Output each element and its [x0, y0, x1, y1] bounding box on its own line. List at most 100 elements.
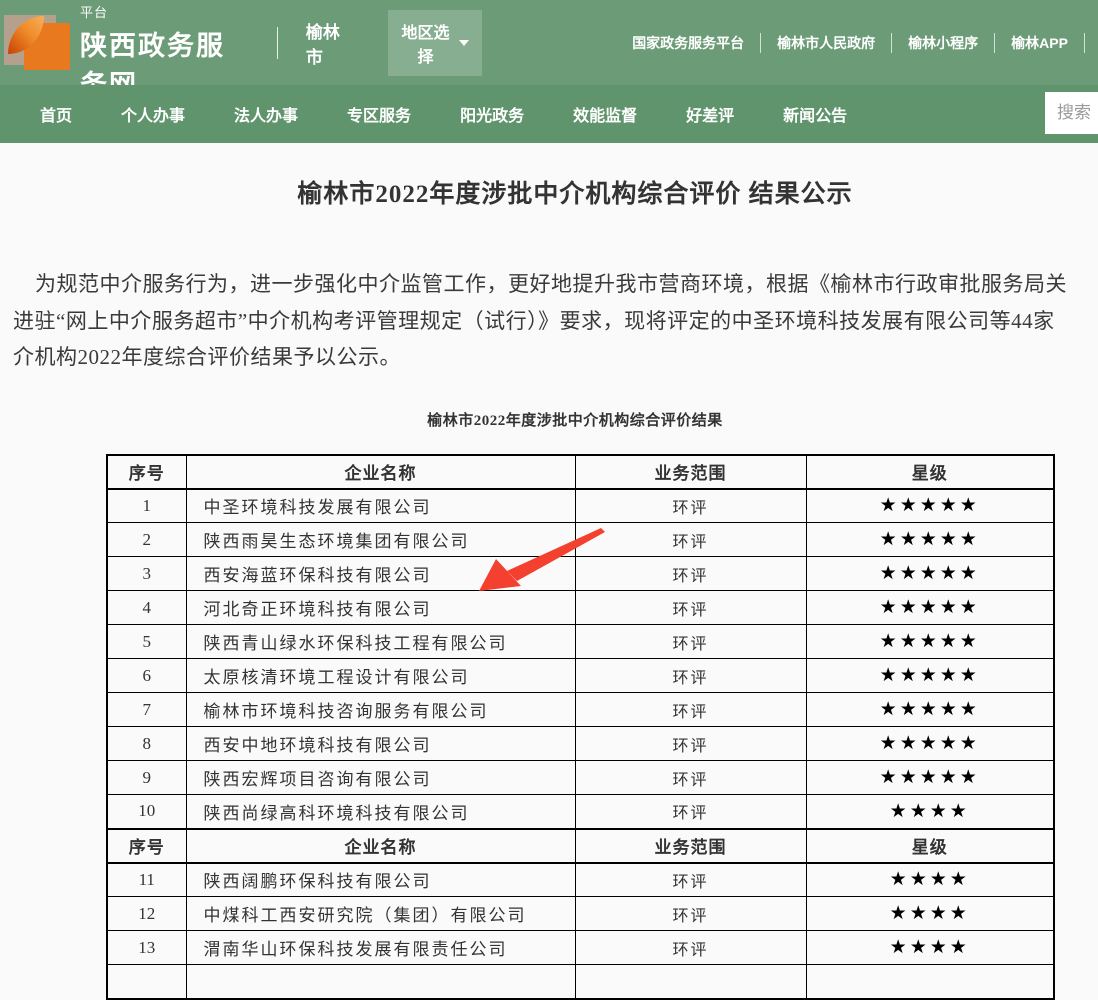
cell-scope: 环评 — [575, 761, 806, 795]
cell-scope: 环评 — [575, 523, 806, 557]
header-link[interactable]: 微信公众号 — [1084, 33, 1098, 53]
cell-name: 榆林市环境科技咨询服务有限公司 — [186, 693, 575, 727]
current-city-label: 榆林市 — [306, 18, 348, 68]
cell-name: 西安海蓝环保科技有限公司 — [186, 557, 575, 591]
column-header: 业务范围 — [575, 455, 806, 489]
site-logo-icon[interactable] — [3, 12, 71, 74]
cell-stars: ★★★★★ — [806, 727, 1054, 761]
cell-name: 陕西阔鹏环保科技有限公司 — [186, 863, 575, 897]
header-link[interactable]: 榆林小程序 — [891, 33, 994, 53]
cell-scope: 环评 — [575, 557, 806, 591]
cell-scope: 环评 — [575, 931, 806, 965]
cell-scope: 环评 — [575, 693, 806, 727]
cell-name: 陕西宏辉项目咨询有限公司 — [186, 761, 575, 795]
cell-scope: 环评 — [575, 897, 806, 931]
cell-no: 2 — [107, 523, 186, 557]
cell-stars: ★★★★★ — [806, 557, 1054, 591]
nav-item-8[interactable]: 新闻公告 — [783, 102, 847, 126]
announcement-paragraph: 为规范中介服务行为，进一步强化中介监管工作，更好地提升我市营商环境，根据《榆林市… — [13, 266, 1098, 376]
header-link[interactable]: 国家政务服务平台 — [616, 33, 760, 53]
page: 全国一体化在线政务服务平台 陕西政务服务网 榆林市 地区选择 国家政务服务平台榆… — [0, 0, 1098, 1000]
cell-no: 10 — [107, 795, 186, 829]
table-row: 13渭南华山环保科技发展有限责任公司环评★★★★ — [107, 931, 1054, 965]
cell-name: 中圣环境科技发展有限公司 — [186, 489, 575, 523]
cell-empty — [575, 965, 806, 999]
table-row: 4河北奇正环境科技有限公司环评★★★★★ — [107, 591, 1054, 625]
cell-name: 太原核清环境工程设计有限公司 — [186, 659, 575, 693]
cell-name: 西安中地环境科技有限公司 — [186, 727, 575, 761]
cell-name: 陕西青山绿水环保科技工程有限公司 — [186, 625, 575, 659]
cell-stars: ★★★★★ — [806, 625, 1054, 659]
cell-scope: 环评 — [575, 625, 806, 659]
cell-name: 陕西尚绿高科环境科技有限公司 — [186, 795, 575, 829]
nav-items: 首页 个人办事 法人办事 专区服务 阳光政务 效能监督 好差评 新闻公告 — [0, 102, 896, 126]
cell-empty — [107, 965, 186, 999]
table-row: 2陕西雨昊生态环境集团有限公司环评★★★★★ — [107, 523, 1054, 557]
nav-item-6[interactable]: 效能监督 — [573, 102, 637, 126]
paragraph-line: 进驻“网上中介服务超市”中介机构考评管理规定（试行）》要求，现将评定的中圣环境科… — [13, 303, 1098, 340]
cell-scope: 环评 — [575, 795, 806, 829]
main-nav: 首页 个人办事 法人办事 专区服务 阳光政务 效能监督 好差评 新闻公告 — [0, 85, 1098, 143]
cell-scope: 环评 — [575, 489, 806, 523]
table-row: 6太原核清环境工程设计有限公司环评★★★★★ — [107, 659, 1054, 693]
column-header: 企业名称 — [186, 455, 575, 489]
cell-no: 9 — [107, 761, 186, 795]
cell-name: 陕西雨昊生态环境集团有限公司 — [186, 523, 575, 557]
nav-item-3[interactable]: 法人办事 — [234, 102, 298, 126]
header-link[interactable]: 榆林市人民政府 — [760, 33, 891, 53]
cell-no: 5 — [107, 625, 186, 659]
cell-no: 4 — [107, 591, 186, 625]
column-header: 序号 — [107, 455, 186, 489]
cell-no: 13 — [107, 931, 186, 965]
table-row: 1中圣环境科技发展有限公司环评★★★★★ — [107, 489, 1054, 523]
table-row: 11陕西阔鹏环保科技有限公司环评★★★★ — [107, 863, 1054, 897]
table-row: 9陕西宏辉项目咨询有限公司环评★★★★★ — [107, 761, 1054, 795]
table-row: 10陕西尚绿高科环境科技有限公司环评★★★★ — [107, 795, 1054, 829]
cell-scope: 环评 — [575, 659, 806, 693]
cell-stars: ★★★★★ — [806, 693, 1054, 727]
region-select-label: 地区选择 — [401, 19, 450, 67]
cell-stars: ★★★★★ — [806, 659, 1054, 693]
header-links: 国家政务服务平台榆林市人民政府榆林小程序榆林APP微信公众号 — [616, 33, 1098, 53]
cell-stars: ★★★★ — [806, 795, 1054, 829]
cell-no: 7 — [107, 693, 186, 727]
table-header-row: 序号企业名称业务范围星级 — [107, 829, 1054, 863]
cell-empty — [186, 965, 575, 999]
table-row: 7榆林市环境科技咨询服务有限公司环评★★★★★ — [107, 693, 1054, 727]
cell-no: 1 — [107, 489, 186, 523]
cell-scope: 环评 — [575, 591, 806, 625]
nav-item-1[interactable]: 首页 — [40, 102, 72, 126]
cell-stars: ★★★★★ — [806, 489, 1054, 523]
platform-subtitle: 全国一体化在线政务服务平台 — [80, 0, 247, 21]
column-header: 业务范围 — [575, 829, 806, 863]
header-divider — [277, 27, 278, 59]
cell-stars: ★★★★★ — [806, 761, 1054, 795]
header-link[interactable]: 榆林APP — [994, 33, 1084, 53]
announcement-body: 榆林市2022年度涉批中介机构综合评价 结果公示 为规范中介服务行为，进一步强化… — [0, 143, 1098, 1000]
chevron-down-icon — [459, 40, 469, 46]
table-caption: 榆林市2022年度涉批中介机构综合评价结果 — [0, 409, 1098, 430]
search-input[interactable] — [1045, 92, 1098, 134]
cell-stars: ★★★★ — [806, 863, 1054, 897]
cell-no: 12 — [107, 897, 186, 931]
nav-item-2[interactable]: 个人办事 — [121, 102, 185, 126]
paragraph-line: 介机构2022年度综合评价结果予以公示。 — [13, 339, 1098, 376]
cell-stars: ★★★★★ — [806, 523, 1054, 557]
cell-stars: ★★★★★ — [806, 591, 1054, 625]
column-header: 企业名称 — [186, 829, 575, 863]
cell-stars: ★★★★ — [806, 897, 1054, 931]
results-table: 序号企业名称业务范围星级1中圣环境科技发展有限公司环评★★★★★2陕西雨昊生态环… — [106, 454, 1055, 1000]
nav-item-4[interactable]: 专区服务 — [347, 102, 411, 126]
column-header: 星级 — [806, 829, 1054, 863]
table-row: 5陕西青山绿水环保科技工程有限公司环评★★★★★ — [107, 625, 1054, 659]
column-header: 序号 — [107, 829, 186, 863]
page-title: 榆林市2022年度涉批中介机构综合评价 结果公示 — [0, 143, 1098, 210]
cell-no: 8 — [107, 727, 186, 761]
nav-item-5[interactable]: 阳光政务 — [460, 102, 524, 126]
nav-item-7[interactable]: 好差评 — [686, 102, 734, 126]
cell-scope: 环评 — [575, 727, 806, 761]
region-select-button[interactable]: 地区选择 — [388, 10, 482, 76]
table-row: 3西安海蓝环保科技有限公司环评★★★★★ — [107, 557, 1054, 591]
site-header: 全国一体化在线政务服务平台 陕西政务服务网 榆林市 地区选择 国家政务服务平台榆… — [0, 0, 1098, 85]
cell-scope: 环评 — [575, 863, 806, 897]
